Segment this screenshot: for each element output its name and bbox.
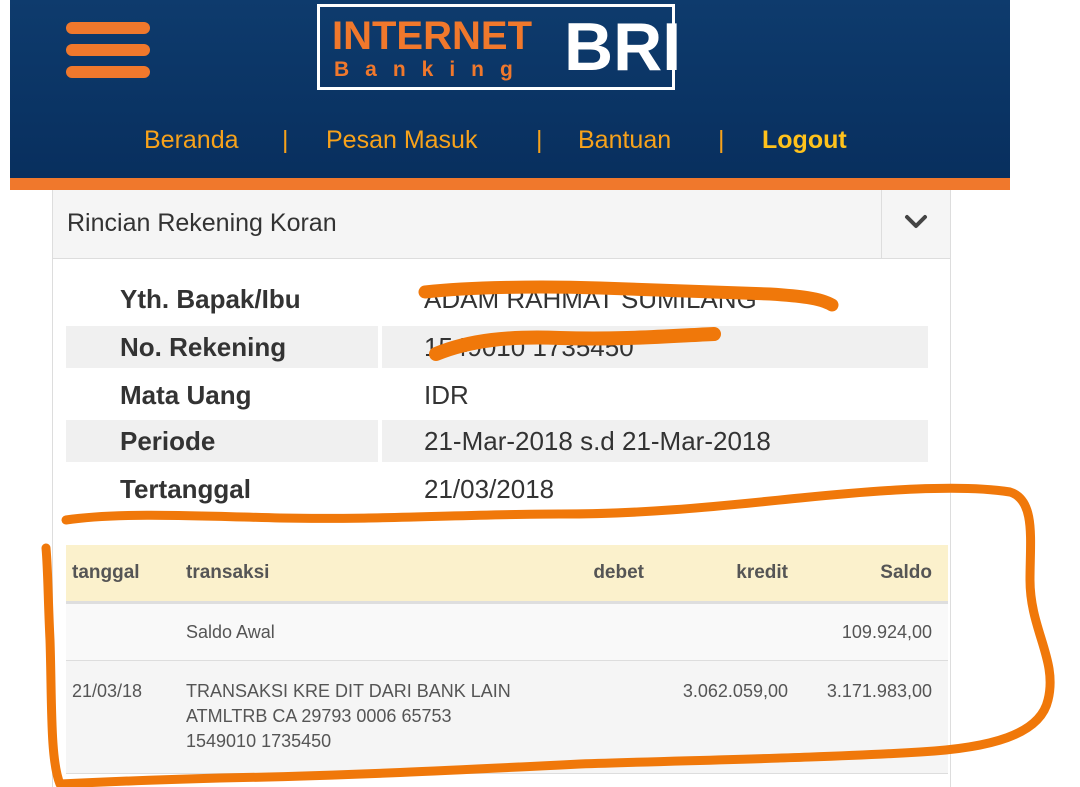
panel-header[interactable]: Rincian Rekening Koran — [53, 190, 950, 259]
statement-date-value: 21/03/2018 — [424, 474, 555, 504]
tx-description: TRANSAKSI KRE DIT DARI BANK LAIN ATMLTRB… — [186, 681, 511, 751]
column-header-debit: debet — [593, 562, 644, 583]
column-header-description: transaksi — [186, 562, 270, 583]
column-header-date: tanggal — [72, 562, 140, 583]
info-row-customer: Yth. Bapak/Ibu ADAM RAHMAT SUMILANG — [66, 278, 928, 320]
account-number-value: 1549010 1735450 — [424, 332, 634, 362]
table-row: Saldo Awal 109.924,00 — [66, 604, 948, 661]
main-nav: Beranda | Pesan Masuk | Bantuan | Logout — [0, 118, 1080, 162]
internet-banking-bri-logo[interactable]: INTERNET Banking BRI — [317, 4, 681, 90]
panel-title: Rincian Rekening Koran — [67, 209, 337, 237]
opening-balance-label: Saldo Awal — [186, 622, 275, 642]
info-label: Tertanggal — [120, 474, 251, 504]
hamburger-icon[interactable] — [66, 20, 150, 80]
panel-toggle-button[interactable] — [881, 190, 950, 258]
internet-banking-page: INTERNET Banking BRI Beranda | Pesan Mas… — [0, 0, 1080, 787]
nav-logout-link[interactable]: Logout — [762, 124, 847, 156]
nav-help-link[interactable]: Bantuan — [578, 124, 671, 156]
customer-name-value: ADAM RAHMAT SUMILANG — [424, 284, 757, 314]
info-row-currency: Mata Uang IDR — [66, 374, 928, 416]
info-row-period: Periode 21-Mar-2018 s.d 21-Mar-2018 — [66, 420, 928, 462]
info-label: Yth. Bapak/Ibu — [120, 284, 301, 314]
info-label: Mata Uang — [120, 380, 252, 410]
nav-separator: | — [718, 126, 725, 154]
table-row: 21/03/18 TRANSAKSI KRE DIT DARI BANK LAI… — [66, 661, 948, 774]
table-header: tanggal transaksi debet kredit Saldo — [66, 545, 948, 604]
opening-balance-value: 109.924,00 — [841, 622, 932, 642]
chevron-down-icon — [905, 215, 927, 228]
column-header-balance: Saldo — [880, 562, 932, 583]
logo-bri-text: BRI — [564, 9, 682, 85]
tx-date: 21/03/18 — [72, 681, 143, 701]
nav-separator: | — [282, 126, 289, 154]
nav-inbox-link[interactable]: Pesan Masuk — [326, 124, 477, 156]
logo-internet-text: INTERNET — [332, 14, 532, 58]
header-accent-stripe — [10, 178, 1010, 190]
period-value: 21-Mar-2018 s.d 21-Mar-2018 — [424, 426, 771, 456]
nav-home-link[interactable]: Beranda — [144, 124, 239, 156]
info-row-account-number: No. Rekening 1549010 1735450 — [66, 326, 928, 368]
tx-balance: 3.171.983,00 — [826, 681, 932, 701]
column-header-credit: kredit — [736, 562, 788, 583]
nav-separator: | — [536, 126, 543, 154]
currency-value: IDR — [424, 380, 469, 410]
logo-banking-text: Banking — [334, 58, 529, 81]
info-label: Periode — [120, 426, 216, 456]
info-row-date: Tertanggal 21/03/2018 — [66, 468, 928, 510]
tx-credit: 3.062.059,00 — [682, 681, 788, 701]
info-label: No. Rekening — [120, 332, 287, 362]
